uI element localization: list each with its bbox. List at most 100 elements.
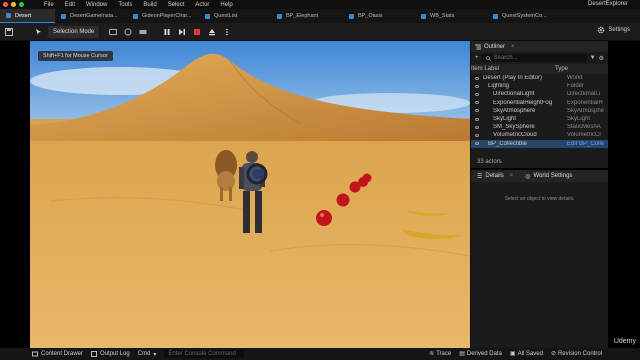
outliner-row-type: SkyAtmosphe: [567, 107, 605, 114]
menu-item[interactable]: Actor: [195, 2, 209, 8]
visibility-icon[interactable]: [475, 125, 479, 129]
outliner-row[interactable]: BP_Collectible Edit BP_Colle: [471, 139, 608, 148]
menu-item[interactable]: Edit: [65, 2, 75, 8]
document-tab[interactable]: BP_Elephant: [271, 9, 343, 23]
content-drawer-label: Content Drawer: [41, 351, 84, 357]
outliner-tab[interactable]: Outliner ×: [471, 41, 608, 52]
derived-data-label: Derived Data: [466, 350, 502, 357]
outliner-row-type: VolumetricCl: [567, 132, 601, 139]
outliner-row-type: DirectionalLi: [567, 91, 601, 98]
visibility-icon[interactable]: [475, 109, 479, 113]
outliner-row[interactable]: ExponentialHeightFog ExponentialH: [471, 99, 608, 107]
outliner-row-label: SkyAtmosphere: [493, 107, 536, 114]
content-drawer-button[interactable]: Content Drawer: [32, 351, 83, 357]
cmd-label: Cmd: [137, 351, 151, 357]
chevron-down-icon: ▾: [153, 351, 157, 358]
visibility-icon[interactable]: [475, 101, 479, 105]
tab-label: WB_Stats: [430, 13, 455, 19]
visibility-icon[interactable]: [475, 117, 479, 121]
console-command-input[interactable]: Enter Console Command: [164, 350, 245, 358]
tab-label: Desert: [15, 12, 32, 19]
close-window-button[interactable]: [3, 2, 8, 7]
outliner-row[interactable]: VolumetricCloud VolumetricCl: [471, 131, 608, 139]
asset-icon: [349, 13, 354, 19]
outliner-row[interactable]: SkyLight SkyLight: [471, 115, 608, 123]
asset-icon: [493, 13, 498, 19]
outliner-row[interactable]: Lighting Folder: [471, 82, 608, 90]
output-log-button[interactable]: Output Log: [91, 351, 130, 357]
cinematics-icon[interactable]: [137, 26, 149, 38]
tab-world-settings[interactable]: ◎ World Settings: [519, 173, 578, 180]
outliner-search-row: + Search... ▼ ⚙: [471, 52, 608, 64]
column-item-label[interactable]: Item Label: [471, 66, 555, 72]
tab-label: QuestList: [214, 13, 238, 19]
visibility-icon[interactable]: [475, 92, 479, 96]
outliner-search-input[interactable]: Search...: [481, 54, 587, 62]
revision-control-button[interactable]: ⊘ Revision Control: [551, 350, 602, 358]
visibility-icon[interactable]: [475, 133, 479, 137]
document-tab[interactable]: WB_Stats: [415, 9, 487, 23]
document-tab[interactable]: QuestList: [199, 9, 271, 23]
content-icon[interactable]: [107, 26, 119, 38]
outliner-row-label: DirectionalLight: [493, 91, 535, 98]
column-type[interactable]: Type: [555, 66, 568, 72]
document-tab[interactable]: DesertGameInsta...: [55, 9, 127, 23]
close-icon[interactable]: ×: [510, 173, 514, 179]
menu-item[interactable]: Tools: [118, 2, 132, 8]
close-icon[interactable]: ×: [511, 44, 515, 50]
level-viewport[interactable]: Shift+F1 for Mouse Cursor: [30, 41, 470, 348]
selection-mode-dropdown[interactable]: Selection Mode: [48, 25, 100, 38]
outliner-row-label: SkyLight: [493, 116, 517, 123]
tab-details[interactable]: ☰ Details ×: [471, 173, 519, 180]
document-tab[interactable]: QuestSystemCo...: [487, 9, 559, 23]
cmd-dropdown[interactable]: Cmd ▾: [138, 351, 157, 358]
more-options-icon[interactable]: [221, 26, 233, 38]
document-tab[interactable]: BP_Oasis: [343, 9, 415, 23]
settings-label: Settings: [608, 27, 630, 33]
details-empty-message: Select an object to view details.: [504, 196, 575, 202]
trace-button[interactable]: ≋ Trace: [429, 350, 452, 358]
all-saved-button[interactable]: ▣ All Saved: [510, 350, 543, 358]
menu-item[interactable]: Select: [168, 2, 185, 8]
app-title: DesertExplorer: [587, 1, 628, 7]
filter-icon[interactable]: ▼: [590, 55, 596, 61]
menu-item[interactable]: Help: [220, 2, 232, 8]
add-icon[interactable]: +: [475, 55, 479, 61]
tab-details-label: Details: [485, 173, 504, 179]
document-tab[interactable]: Desert: [0, 9, 55, 23]
outliner-row[interactable]: SkyAtmosphere SkyAtmosphe: [471, 107, 608, 115]
step-icon[interactable]: [176, 26, 188, 38]
stop-icon[interactable]: [191, 26, 203, 38]
mode-icon[interactable]: [33, 26, 45, 38]
pause-icon[interactable]: [161, 26, 173, 38]
visibility-icon[interactable]: [475, 76, 479, 80]
outliner-gear-icon[interactable]: ⚙: [599, 55, 604, 62]
asset-icon: [277, 13, 282, 19]
outliner-row-label: SM_SkySphere: [493, 124, 535, 131]
maximize-window-button[interactable]: [19, 2, 24, 7]
outliner-icon: [475, 44, 481, 49]
eject-icon[interactable]: [206, 26, 218, 38]
actor-count: 33 actors: [477, 159, 502, 165]
outliner-row[interactable]: SM_SkySphere StaticMeshA: [471, 123, 608, 131]
asset-icon: [421, 13, 426, 19]
save-icon[interactable]: [3, 26, 15, 38]
blueprint-icon[interactable]: [122, 26, 134, 38]
document-tab[interactable]: GideonPlayerChar...: [127, 9, 199, 23]
visibility-icon[interactable]: [475, 84, 479, 88]
minimize-window-button[interactable]: [11, 2, 16, 7]
settings-button[interactable]: Settings: [597, 26, 630, 34]
menu-item[interactable]: Window: [86, 2, 107, 8]
outliner-row[interactable]: Desert (Play In Editor) World: [471, 74, 608, 82]
tab-label: BP_Oasis: [358, 13, 383, 19]
menu-item[interactable]: Build: [143, 2, 156, 8]
menu-item[interactable]: File: [44, 2, 54, 8]
outliner-row-label: Desert (Play In Editor): [483, 75, 543, 82]
outliner-row[interactable]: DirectionalLight DirectionalLi: [471, 90, 608, 98]
derived-data-button[interactable]: ▤ Derived Data: [459, 350, 502, 358]
visibility-icon[interactable]: [475, 142, 479, 146]
document-tab-strip: Desert DesertGameInsta... GideonPlayerChar…: [0, 9, 640, 23]
watermark: Udemy: [613, 338, 636, 345]
content-drawer-icon: [32, 351, 38, 357]
trace-label: Trace: [436, 350, 452, 357]
